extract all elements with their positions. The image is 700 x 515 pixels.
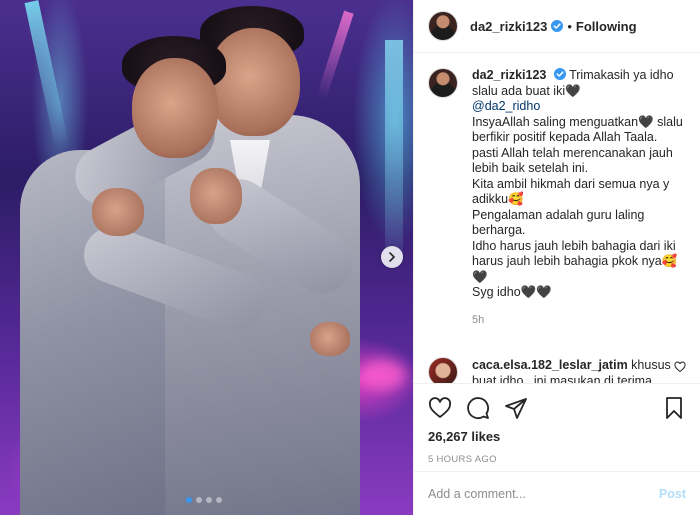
comment-body: caca.elsa.182_leslar_jatim khusus buat i… (472, 357, 674, 383)
stage-light (24, 0, 70, 150)
carousel-dot (186, 497, 192, 503)
bookmark-icon[interactable] (662, 396, 686, 420)
stage-light (360, 360, 406, 390)
person-left-head (132, 58, 218, 158)
carousel-dot (216, 497, 222, 503)
caption-line: Kita ambil hikmah dari semua nya y (472, 176, 670, 191)
caption-time[interactable]: 5h (472, 313, 683, 329)
hand (310, 322, 350, 356)
carousel-next-button[interactable] (381, 246, 403, 268)
likes-count[interactable]: 26,267 likes (428, 429, 686, 444)
caption-line: berharga. (472, 223, 526, 237)
caption-line: Idho harus jauh lebih bahagia dari iki (472, 238, 676, 253)
comment-bubble-icon[interactable] (466, 396, 490, 420)
post-side-panel: da2_rizki123 • Following da2_rizki123 Tr… (413, 0, 700, 515)
carousel-dot (206, 497, 212, 503)
comment-text: khusus (631, 358, 671, 372)
person-right-head (208, 28, 300, 136)
caption-line: 🖤 (472, 269, 488, 284)
stage-light (316, 10, 354, 100)
comments-list[interactable]: da2_rizki123 Trimakasih ya idho slalu ad… (414, 68, 700, 383)
caption: da2_rizki123 Trimakasih ya idho slalu ad… (428, 68, 686, 328)
heart-icon[interactable] (428, 396, 452, 420)
carousel-dots (186, 497, 222, 503)
avatar[interactable] (428, 11, 458, 41)
action-bar (428, 384, 686, 432)
stage-light (385, 40, 403, 260)
caption-line: berfikir positif kepada Allah Taala. (472, 130, 658, 144)
post-photo[interactable] (0, 0, 413, 515)
post-comment-button[interactable]: Post (659, 487, 686, 501)
author-username[interactable]: da2_rizki123 (470, 19, 547, 34)
add-comment-bar: Post (414, 471, 700, 515)
caption-line: adikku🥰 (472, 192, 524, 206)
carousel-dot (196, 497, 202, 503)
caption-line: InsyaAllah saling menguatkan🖤 slalu (472, 114, 683, 129)
comment-item: caca.elsa.182_leslar_jatim khusus buat i… (428, 357, 686, 383)
avatar[interactable] (428, 357, 458, 383)
caption-line: slalu ada buat iki🖤 (472, 83, 581, 98)
paper-plane-icon[interactable] (504, 396, 528, 420)
hand (92, 188, 144, 236)
mention-link[interactable]: @da2_ridho (472, 99, 683, 115)
separator-dot: • (567, 18, 572, 34)
comment-input[interactable] (428, 486, 659, 501)
verified-badge-icon (551, 20, 564, 32)
comment-text: buat idho , ini masukan di terima (472, 374, 652, 383)
caption-line: Syg idho🖤🖤 (472, 285, 552, 299)
post-header: da2_rizki123 • Following (414, 0, 700, 53)
post-timestamp[interactable]: 5 HOURS AGO (428, 454, 686, 465)
caption-line: pasti Allah telah merencanakan jauh (472, 145, 673, 160)
chevron-right-icon (389, 252, 395, 262)
caption-line: Trimakasih ya idho (569, 68, 674, 82)
following-button[interactable]: Following (576, 19, 637, 34)
avatar[interactable] (428, 68, 458, 98)
caption-line: Pengalaman adalah guru laling (472, 207, 645, 222)
post-actions-section: 26,267 likes 5 HOURS AGO (414, 383, 700, 465)
caption-line: lebih baik setelah ini. (472, 161, 589, 175)
caption-line: harus jauh lebih bahagia pkok nya🥰 (472, 254, 678, 268)
hand (190, 168, 242, 224)
comment-username[interactable]: caca.elsa.182_leslar_jatim (472, 358, 628, 372)
caption-username[interactable]: da2_rizki123 (472, 68, 546, 82)
caption-body: da2_rizki123 Trimakasih ya idho slalu ad… (472, 68, 683, 328)
heart-icon[interactable] (674, 361, 686, 373)
verified-badge-icon (553, 68, 566, 80)
